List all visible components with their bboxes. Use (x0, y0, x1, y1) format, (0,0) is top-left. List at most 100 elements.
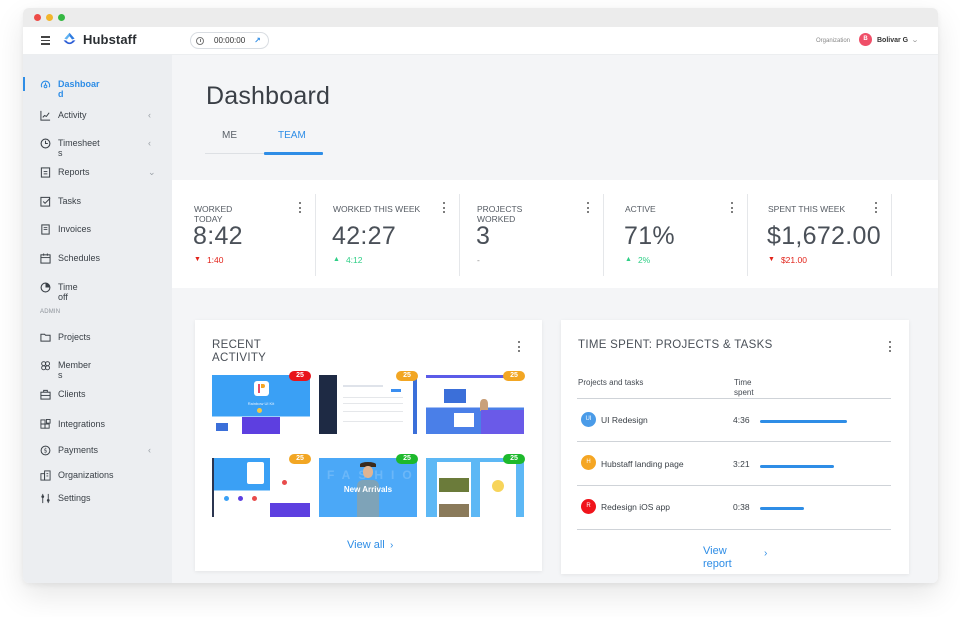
activity-badge: 25 (396, 371, 418, 381)
stat-value: 3 (476, 222, 491, 250)
sidebar-item-projects[interactable]: Projects (40, 332, 165, 343)
stat-delta: - (477, 255, 480, 265)
more-vertical-icon[interactable] (587, 202, 590, 216)
rainbow-logo-icon (254, 381, 269, 396)
top-bar: Hubstaff 00:00:00 ↗ Organization B Boliv… (23, 27, 938, 55)
organization-icon (40, 470, 51, 481)
more-vertical-icon[interactable] (731, 202, 734, 216)
project-avatar: H (581, 455, 596, 470)
activity-thumbnail[interactable] (426, 375, 524, 434)
divider (577, 485, 891, 486)
sidebar-item-invoices[interactable]: Invoices (40, 224, 165, 235)
card-title: TIME SPENT: PROJECTS & TASKS (578, 339, 773, 351)
view-report-link[interactable]: View report (703, 545, 743, 571)
activity-badge: 25 (289, 454, 311, 464)
brand-logo[interactable]: Hubstaff (61, 31, 137, 48)
stat-projects-worked: PROJECTS WORKED 3 - (460, 194, 604, 276)
activity-badge: 25 (503, 371, 525, 381)
stat-active: ACTIVE 71% ▲ 2% (604, 194, 748, 276)
active-tab-underline (264, 152, 323, 155)
chevron-left-icon[interactable]: ‹ (148, 138, 151, 148)
sidebar-item-dashboard[interactable]: Dashboard (40, 79, 165, 99)
chevron-down-icon[interactable]: ⌄ (148, 167, 156, 178)
invoice-icon (40, 224, 51, 235)
stat-worked-today: WORKED TODAY 8:42 ▼ 1:40 (172, 194, 316, 276)
tab-bar: ME TEAM (205, 130, 323, 155)
activity-thumbnail[interactable] (426, 458, 524, 517)
more-vertical-icon[interactable] (518, 341, 521, 355)
chevron-right-icon[interactable]: › (390, 540, 393, 551)
sidebar-item-settings[interactable]: Settings (40, 493, 165, 504)
sidebar-item-reports[interactable]: Reports ⌄ (40, 167, 165, 178)
divider (577, 529, 891, 530)
recent-activity-card: RECENT ACTIVITY Rainbow UI Kit 25 25 25 … (195, 320, 542, 571)
chevron-right-icon[interactable]: › (764, 548, 767, 559)
more-vertical-icon[interactable] (443, 202, 446, 216)
tab-me[interactable]: ME (222, 130, 237, 141)
more-vertical-icon[interactable] (875, 202, 878, 216)
close-window-button[interactable] (34, 14, 41, 21)
sidebar-item-payments[interactable]: $ Payments ‹ (40, 445, 165, 456)
chevron-down-icon[interactable]: ⌄ (911, 36, 919, 44)
chevron-left-icon[interactable]: ‹ (148, 110, 151, 120)
sidebar-item-integrations[interactable]: Integrations (40, 419, 165, 430)
user-name[interactable]: Bolivar G (877, 37, 908, 44)
report-icon (40, 167, 51, 178)
activity-thumbnail[interactable]: Rainbow UI Kit (212, 375, 310, 434)
column-header-projects: Projects and tasks (578, 378, 644, 387)
sidebar-item-clients[interactable]: Clients (40, 389, 165, 400)
time-spent-card: TIME SPENT: PROJECTS & TASKS Projects an… (561, 320, 909, 574)
minimize-window-button[interactable] (46, 14, 53, 21)
time-off-icon (40, 282, 51, 293)
stat-value: 8:42 (193, 222, 243, 250)
project-avatar: UI (581, 412, 596, 427)
stat-value: 71% (624, 222, 675, 250)
project-avatar: R (581, 499, 596, 514)
project-name: UI Redesign (601, 415, 648, 425)
project-time: 0:38 (733, 502, 750, 512)
timer-value: 00:00:00 (214, 36, 246, 45)
brand-name: Hubstaff (83, 32, 137, 47)
stat-delta: ▼ $21.00 (768, 255, 807, 265)
more-vertical-icon[interactable] (889, 341, 892, 355)
activity-thumbnail[interactable] (212, 458, 310, 517)
stat-spent-this-week: SPENT THIS WEEK $1,672.00 ▼ $21.00 (748, 194, 892, 276)
view-all-link[interactable]: View all (347, 539, 385, 551)
triangle-down-icon: ▼ (194, 256, 201, 263)
chevron-left-icon[interactable]: ‹ (148, 445, 151, 455)
sidebar: Dashboard Activity ‹ Timesheets ‹ Report… (23, 55, 172, 583)
organization-label: Organization (816, 38, 851, 44)
main-content: Dashboard ME TEAM WORKED TODAY 8:42 ▼ 1:4… (172, 55, 938, 583)
sidebar-item-tasks[interactable]: Tasks (40, 196, 165, 207)
maximize-window-button[interactable] (58, 14, 65, 21)
divider (577, 441, 891, 442)
calendar-icon (40, 253, 51, 264)
stat-delta: ▲ 4:12 (333, 255, 363, 265)
hubstaff-logo-icon (61, 31, 78, 48)
activity-chart-icon (40, 110, 51, 121)
stat-value: $1,672.00 (767, 222, 881, 250)
sidebar-item-members[interactable]: Members (40, 360, 165, 380)
project-time: 4:36 (733, 415, 750, 425)
project-name: Redesign iOS app (601, 502, 670, 512)
tab-team[interactable]: TEAM (278, 130, 306, 141)
triangle-down-icon: ▼ (768, 256, 775, 263)
svg-text:$: $ (44, 448, 48, 455)
sidebar-item-time-off[interactable]: Time off (40, 282, 165, 302)
user-avatar[interactable]: B (859, 33, 872, 46)
sidebar-item-organizations[interactable]: Organizations (40, 470, 165, 481)
dashboard-icon (40, 79, 51, 90)
more-vertical-icon[interactable] (299, 202, 302, 216)
sidebar-item-timesheets[interactable]: Timesheets ‹ (40, 138, 165, 158)
new-arrivals-text: New Arrivals (343, 485, 393, 494)
timer-widget[interactable]: 00:00:00 ↗ (190, 32, 269, 49)
arrow-up-right-icon[interactable]: ↗ (254, 36, 261, 45)
sidebar-item-activity[interactable]: Activity ‹ (40, 110, 165, 121)
activity-badge: 25 (289, 371, 311, 381)
activity-thumbnail[interactable] (319, 375, 417, 434)
hamburger-icon[interactable] (41, 36, 50, 45)
activity-thumbnail[interactable]: FASHION New Arrivals (319, 458, 417, 517)
folder-icon (40, 332, 51, 343)
column-header-time-spent: Time spent (734, 378, 754, 397)
sidebar-item-schedules[interactable]: Schedules (40, 253, 165, 264)
